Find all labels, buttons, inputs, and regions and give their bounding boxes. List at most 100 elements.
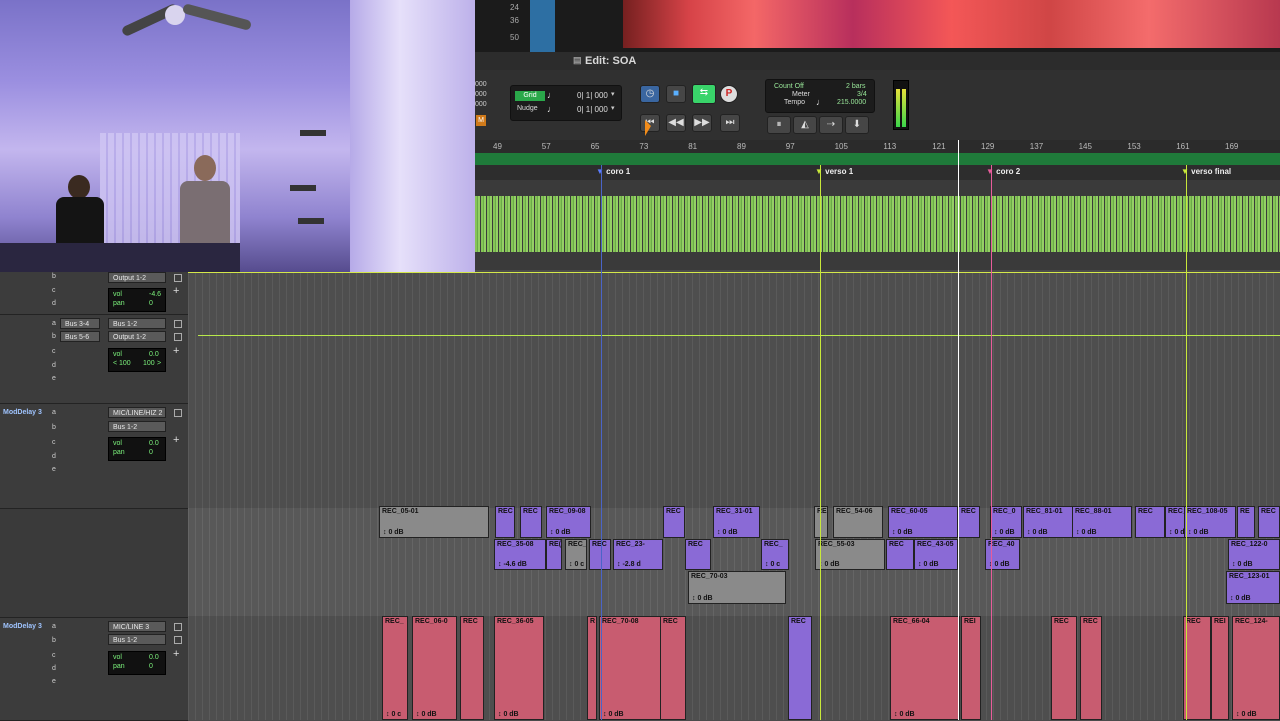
m-badge[interactable]: M: [476, 115, 486, 126]
audio-clip[interactable]: RE(: [546, 539, 562, 570]
audio-clip[interactable]: REC_124- ↕ 0 dB: [1232, 616, 1280, 720]
tempo-label[interactable]: Tempo: [784, 99, 805, 106]
track-header-3[interactable]: ModDelay 3 a b c d e MIC/LINE/HIZ 2 Bus …: [0, 404, 188, 509]
audio-clip[interactable]: REC_06-0 ↕ 0 dB: [412, 616, 457, 720]
audio-clip[interactable]: REC_60-05 ↕ 0 dB: [888, 506, 958, 538]
audio-clip[interactable]: REC_09-08 ↕ 0 dB: [546, 506, 591, 538]
audio-clip[interactable]: REC: [1258, 506, 1280, 538]
send-selector-b[interactable]: Bus 5-6: [60, 331, 100, 342]
nudge-label[interactable]: Nudge: [517, 105, 538, 112]
grid-button[interactable]: Grid: [515, 91, 545, 101]
audio-clip[interactable]: REC: [958, 506, 980, 538]
audio-clip[interactable]: RE: [814, 506, 828, 538]
audio-clip[interactable]: REC: [1051, 616, 1077, 720]
send-slot-d[interactable]: d: [52, 453, 56, 460]
audio-clip[interactable]: R: [587, 616, 597, 720]
output-selector[interactable]: Bus 1-2: [108, 421, 166, 432]
output-selector[interactable]: Output 1-2: [108, 331, 166, 342]
track-header-1[interactable]: b c d Output 1-2 vol -4.6 pan 0 +: [0, 272, 188, 315]
track-header-4[interactable]: ModDelay 3 a b c d e MIC/LINE 3 Bus 1-2 …: [0, 618, 188, 721]
output-window-icon[interactable]: [174, 636, 182, 644]
output-selector[interactable]: Bus 1-2: [108, 634, 166, 645]
audio-clip[interactable]: REC: [495, 506, 515, 538]
insert-plugin-name[interactable]: ModDelay 3: [3, 623, 42, 630]
audio-clip[interactable]: REC: [520, 506, 542, 538]
vol-pan-display[interactable]: vol -4.6 pan 0: [108, 288, 166, 312]
go-to-end-button[interactable]: ⏭: [720, 114, 740, 132]
audio-clip[interactable]: REC_31-01 ↕ 0 dB: [713, 506, 760, 538]
send-slot-a[interactable]: a: [52, 320, 56, 327]
audio-clip[interactable]: REC_0 ↕ 0 dB: [990, 506, 1022, 538]
audio-clip[interactable]: REC_88-01 ↕ 0 dB: [1072, 506, 1132, 538]
send-slot-e[interactable]: e: [52, 375, 56, 382]
audio-clip[interactable]: RE: [1237, 506, 1255, 538]
audio-clip[interactable]: REC_54-06: [833, 506, 883, 538]
audio-clip[interactable]: REC: [685, 539, 711, 570]
send-selector-a[interactable]: Bus 3-4: [60, 318, 100, 329]
audio-clip[interactable]: REC: [1183, 616, 1211, 720]
send-slot-d[interactable]: d: [52, 665, 56, 672]
record-button[interactable]: P: [720, 85, 738, 103]
send-slot-c[interactable]: c: [52, 348, 56, 355]
input-window-icon[interactable]: [174, 623, 182, 631]
pause-button[interactable]: ⏸: [767, 116, 791, 134]
count-off-label[interactable]: Count Off: [774, 83, 804, 90]
send-slot-b[interactable]: b: [52, 637, 56, 644]
audio-clip[interactable]: REC_ ↕ 0 c: [565, 539, 587, 570]
edit-window-titlebar[interactable]: ▤ Edit: SOA: [475, 52, 1280, 70]
send-slot-d[interactable]: d: [52, 362, 56, 369]
input-window-icon[interactable]: [174, 320, 182, 328]
audio-clip[interactable]: REC_43-05 ↕ 0 dB: [914, 539, 958, 570]
output-selector[interactable]: Output 1-2: [108, 272, 166, 283]
audio-clip[interactable]: REC_123-01 ↕ 0 dB: [1226, 571, 1280, 604]
chevron-down-icon[interactable]: ▾: [611, 90, 615, 98]
midi-merge-button[interactable]: ⬇: [845, 116, 869, 134]
vol-pan-display[interactable]: vol 0.0 pan 0: [108, 651, 166, 675]
input-selector[interactable]: Bus 1-2: [108, 318, 166, 329]
input-window-icon[interactable]: [174, 409, 182, 417]
grid-value[interactable]: 0| 1| 000: [577, 91, 608, 100]
audio-clip[interactable]: REC: [663, 506, 685, 538]
audio-clip[interactable]: REC_ ↕ 0 c: [382, 616, 408, 720]
plus-icon[interactable]: +: [173, 345, 179, 357]
insert-slot-b[interactable]: b: [52, 273, 56, 280]
audio-clip[interactable]: REI: [961, 616, 981, 720]
vol-pan-display[interactable]: vol 0.0 pan 0: [108, 437, 166, 461]
send-slot-e[interactable]: e: [52, 678, 56, 685]
markers-ruler[interactable]: ▼ coro 1 ▼ verso 1 ▼ coro 2 ▼ verso final: [475, 165, 1280, 180]
audio-clip[interactable]: REC_55-03 ↕ 0 dB: [815, 539, 885, 570]
audio-clip[interactable]: REC_35-08 ↕ -4.6 dB: [494, 539, 546, 570]
playhead-cursor[interactable]: [958, 140, 959, 720]
audio-clip[interactable]: REC_ ↕ 0 c: [761, 539, 789, 570]
send-slot-c[interactable]: c: [52, 652, 56, 659]
insert-slot-d[interactable]: d: [52, 300, 56, 307]
audio-clip[interactable]: REC: [788, 616, 812, 720]
send-slot-b[interactable]: b: [52, 424, 56, 431]
audio-clip[interactable]: REC_108-05 ↕ 0 dB: [1184, 506, 1236, 538]
online-button[interactable]: ◷: [640, 85, 660, 103]
send-slot-a[interactable]: a: [52, 623, 56, 630]
conductor-button[interactable]: ⇢: [819, 116, 843, 134]
marker[interactable]: ▼ verso final: [1181, 167, 1231, 176]
audio-clip[interactable]: REC_8 ↕ 0 dB: [1165, 506, 1185, 538]
audio-clip[interactable]: REC_122-0 ↕ 0 dB: [1228, 539, 1280, 570]
metronome-button[interactable]: ◭: [793, 116, 817, 134]
audio-clip[interactable]: REI: [1211, 616, 1229, 720]
rewind-button[interactable]: ◀◀: [666, 114, 686, 132]
chevron-down-icon[interactable]: ▾: [611, 104, 615, 112]
audio-clip[interactable]: REC_05-01 ↕ 0 dB: [379, 506, 489, 538]
audio-clip[interactable]: REC: [460, 616, 484, 720]
audio-clip[interactable]: REC_23- ↕ -2.8 d: [613, 539, 663, 570]
audio-clip[interactable]: REC_70-03 ↕ 0 dB: [688, 571, 786, 604]
send-slot-e[interactable]: e: [52, 466, 56, 473]
input-selector[interactable]: MIC/LINE 3: [108, 621, 166, 632]
audio-clip[interactable]: REC: [660, 616, 686, 720]
fast-forward-button[interactable]: ▶▶: [692, 114, 712, 132]
nudge-value[interactable]: 0| 1| 000: [577, 105, 608, 114]
play-button[interactable]: ⇆: [692, 84, 716, 104]
send-slot-c[interactable]: c: [52, 439, 56, 446]
insert-plugin-name[interactable]: ModDelay 3: [3, 409, 42, 416]
output-window-icon[interactable]: [174, 274, 182, 282]
audio-clip[interactable]: REC: [1080, 616, 1102, 720]
audio-clip[interactable]: REC: [1135, 506, 1165, 538]
